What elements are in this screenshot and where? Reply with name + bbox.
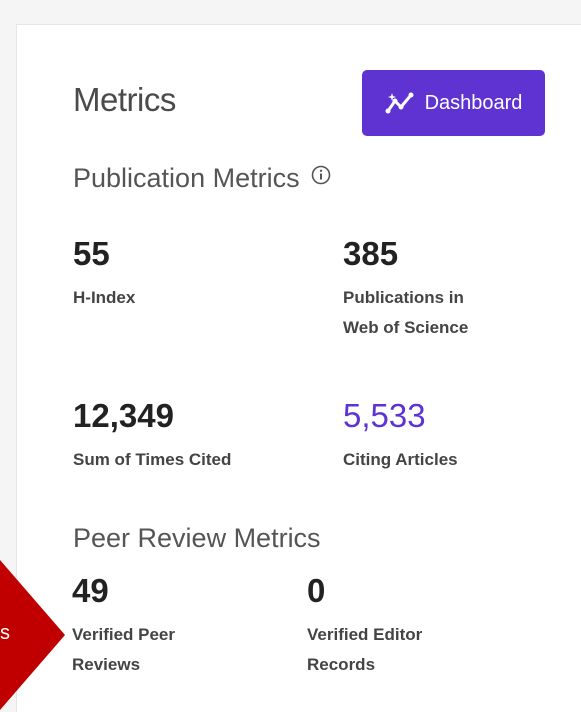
metric-times-cited: 12,349 Sum of Times Cited	[73, 397, 231, 475]
metric-citing-articles[interactable]: 5,533 Citing Articles	[343, 397, 458, 475]
dashboard-button[interactable]: Dashboard	[362, 70, 545, 136]
metric-verified-editor-records: 0 Verified Editor Records	[307, 572, 447, 680]
metric-publications: 385 Publications in Web of Science	[343, 235, 493, 343]
trend-chart-icon	[385, 92, 414, 114]
metric-label: H-Index	[73, 288, 136, 307]
callout-arrow	[0, 560, 70, 710]
publication-metrics-title: Publication Metrics	[73, 163, 300, 193]
dashboard-button-label: Dashboard	[424, 91, 523, 114]
metric-label: Citing Articles	[343, 450, 458, 469]
metric-value: 385	[343, 235, 399, 272]
metric-value: 0	[307, 572, 326, 609]
metric-label: Verified Peer Reviews	[72, 625, 176, 674]
metric-h-index: 55 H-Index	[73, 235, 135, 313]
metric-label: Sum of Times Cited	[73, 450, 232, 469]
metric-value: 55	[73, 235, 110, 272]
metrics-title: Metrics	[73, 81, 176, 118]
metric-value: 49	[72, 572, 109, 609]
citing-articles-link[interactable]: 5,533	[343, 397, 458, 435]
metric-verified-peer-reviews: 49 Verified Peer Reviews	[72, 572, 212, 680]
metric-value: 12,349	[73, 397, 174, 434]
publication-metrics-heading: Publication Metrics	[73, 163, 331, 194]
callout-text: s	[0, 622, 10, 644]
peer-review-metrics-title: Peer Review Metrics	[73, 523, 321, 553]
metric-label: Publications in Web of Science	[343, 288, 469, 337]
metric-label: Verified Editor Records	[307, 625, 423, 674]
info-icon[interactable]	[311, 165, 331, 185]
